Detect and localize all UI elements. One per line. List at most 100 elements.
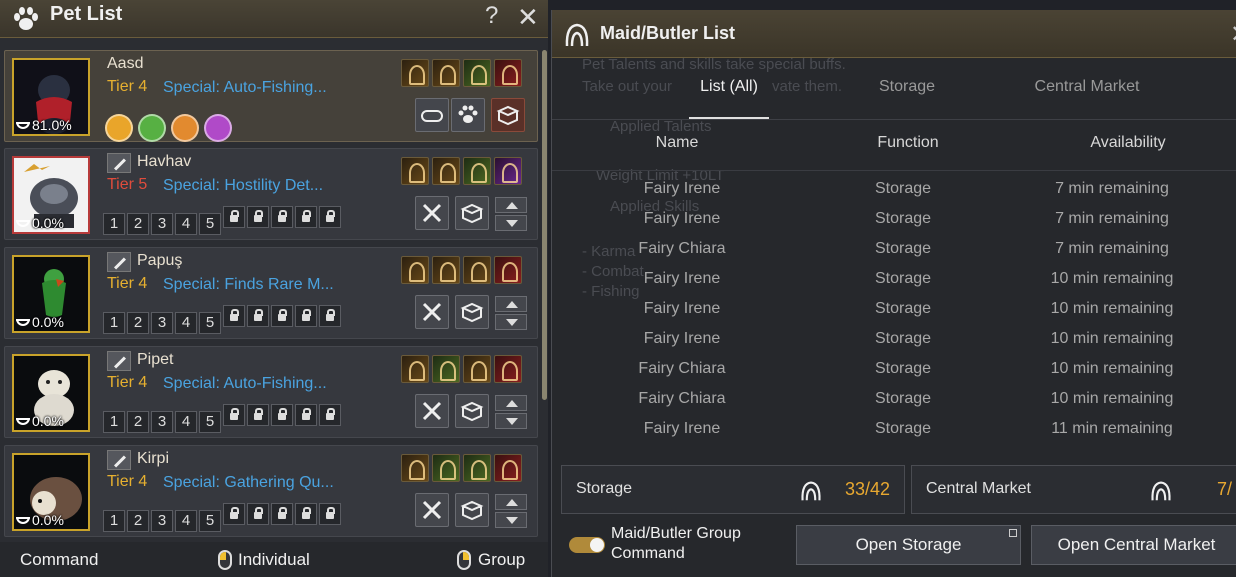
help-button[interactable]: ?	[485, 2, 498, 30]
unsummon-button[interactable]	[415, 196, 449, 230]
tab-central-market[interactable]: Central Market	[1022, 78, 1152, 96]
table-row[interactable]: Fairy Chiara Storage 10 min remaining	[552, 385, 1236, 415]
slot-number[interactable]: 3	[151, 213, 173, 235]
tab-list-all[interactable]: List (All)	[689, 78, 769, 96]
pet-command-button[interactable]	[451, 98, 485, 132]
pet-card[interactable]: 0.0% Kirpi Tier 4 Special: Gathering Qu.…	[4, 445, 538, 537]
close-button[interactable]: ✕	[517, 2, 539, 33]
pet-card[interactable]: 0.0% Pipet Tier 4 Special: Auto-Fishing.…	[4, 346, 538, 438]
move-down-button[interactable]	[495, 512, 527, 528]
skill-icon[interactable]	[463, 454, 491, 482]
skill-icon[interactable]	[463, 157, 491, 185]
move-up-button[interactable]	[495, 197, 527, 213]
skill-icon[interactable]	[494, 355, 522, 383]
move-up-button[interactable]	[495, 494, 527, 510]
slot-number[interactable]: 1	[103, 213, 125, 235]
close-button[interactable]: ✕	[1230, 20, 1236, 49]
open-storage-button[interactable]: Open Storage	[796, 525, 1021, 565]
pet-special[interactable]: Special: Finds Rare M...	[163, 276, 334, 294]
slot-number[interactable]: 2	[127, 312, 149, 334]
unsummon-button[interactable]	[415, 295, 449, 329]
seal-button[interactable]	[455, 196, 489, 230]
rename-button[interactable]	[107, 351, 131, 371]
move-down-button[interactable]	[495, 215, 527, 231]
tab-storage[interactable]: Storage	[862, 78, 952, 96]
slot-number[interactable]: 4	[175, 213, 197, 235]
skill-icon[interactable]	[463, 256, 491, 284]
talent-icon[interactable]	[105, 114, 133, 142]
pet-special[interactable]: Special: Gathering Qu...	[163, 474, 334, 492]
skill-icon[interactable]	[463, 59, 491, 87]
skill-icon[interactable]	[401, 355, 429, 383]
move-up-button[interactable]	[495, 395, 527, 411]
skill-icon[interactable]	[463, 355, 491, 383]
slot-number[interactable]: 2	[127, 213, 149, 235]
open-central-market-button[interactable]: Open Central Market	[1031, 525, 1236, 565]
slot-number[interactable]: 4	[175, 312, 197, 334]
group-command[interactable]: Group	[478, 550, 525, 570]
skill-icon[interactable]	[401, 59, 429, 87]
table-row[interactable]: Fairy Irene Storage 10 min remaining	[552, 325, 1236, 355]
seal-button[interactable]	[491, 98, 525, 132]
skill-icon[interactable]	[494, 59, 522, 87]
table-row[interactable]: Fairy Irene Storage 11 min remaining	[552, 415, 1236, 445]
pet-list-scrollbar[interactable]	[542, 50, 547, 400]
pet-special[interactable]: Special: Auto-Fishing...	[163, 79, 327, 97]
feed-button[interactable]	[415, 98, 449, 132]
move-down-button[interactable]	[495, 413, 527, 429]
move-down-button[interactable]	[495, 314, 527, 330]
unsummon-button[interactable]	[415, 493, 449, 527]
seal-button[interactable]	[455, 493, 489, 527]
skill-icon[interactable]	[432, 157, 460, 185]
table-row[interactable]: Fairy Chiara Storage 10 min remaining	[552, 355, 1236, 385]
skill-icon[interactable]	[432, 59, 460, 87]
group-command-toggle[interactable]	[569, 537, 605, 553]
skill-icon[interactable]	[401, 256, 429, 284]
move-up-button[interactable]	[495, 296, 527, 312]
slot-number[interactable]: 4	[175, 510, 197, 532]
slot-number[interactable]: 1	[103, 411, 125, 433]
pet-special[interactable]: Special: Auto-Fishing...	[163, 375, 327, 393]
skill-icon[interactable]	[432, 454, 460, 482]
slot-number[interactable]: 2	[127, 411, 149, 433]
individual-command[interactable]: Individual	[238, 550, 310, 570]
column-header-availability[interactable]: Availability	[1068, 134, 1188, 152]
seal-button[interactable]	[455, 295, 489, 329]
pet-card[interactable]: 0.0% Havhav Tier 5 Special: Hostility De…	[4, 148, 538, 240]
skill-icon[interactable]	[432, 355, 460, 383]
slot-number[interactable]: 2	[127, 510, 149, 532]
table-row[interactable]: Fairy Irene Storage 10 min remaining	[552, 265, 1236, 295]
slot-number[interactable]: 3	[151, 411, 173, 433]
table-row[interactable]: Fairy Irene Storage 10 min remaining	[552, 295, 1236, 325]
rename-button[interactable]	[107, 450, 131, 470]
slot-number[interactable]: 3	[151, 510, 173, 532]
unsummon-button[interactable]	[415, 394, 449, 428]
skill-icon[interactable]	[494, 256, 522, 284]
skill-icon[interactable]	[432, 256, 460, 284]
column-header-function[interactable]: Function	[858, 134, 958, 152]
table-row[interactable]: Fairy Irene Storage 7 min remaining	[552, 175, 1236, 205]
slot-number[interactable]: 5	[199, 411, 221, 433]
slot-number[interactable]: 5	[199, 213, 221, 235]
slot-number[interactable]: 1	[103, 312, 125, 334]
skill-icon[interactable]	[494, 157, 522, 185]
talent-icon[interactable]	[171, 114, 199, 142]
rename-button[interactable]	[107, 153, 131, 173]
pet-card[interactable]: 81.0% Aasd Tier 4 Special: Auto-Fishing.…	[4, 50, 538, 142]
skill-icon[interactable]	[494, 454, 522, 482]
slot-number[interactable]: 1	[103, 510, 125, 532]
slot-number[interactable]: 4	[175, 411, 197, 433]
pet-special[interactable]: Special: Hostility Det...	[163, 177, 323, 195]
table-row[interactable]: Fairy Chiara Storage 7 min remaining	[552, 235, 1236, 265]
slot-number[interactable]: 5	[199, 312, 221, 334]
pet-card[interactable]: 0.0% Papuş Tier 4 Special: Finds Rare M.…	[4, 247, 538, 339]
column-header-name[interactable]: Name	[632, 134, 722, 152]
talent-icon[interactable]	[204, 114, 232, 142]
skill-icon[interactable]	[401, 454, 429, 482]
slot-number[interactable]: 5	[199, 510, 221, 532]
talent-icon[interactable]	[138, 114, 166, 142]
slot-number[interactable]: 3	[151, 312, 173, 334]
skill-icon[interactable]	[401, 157, 429, 185]
rename-button[interactable]	[107, 252, 131, 272]
table-row[interactable]: Fairy Irene Storage 7 min remaining	[552, 205, 1236, 235]
